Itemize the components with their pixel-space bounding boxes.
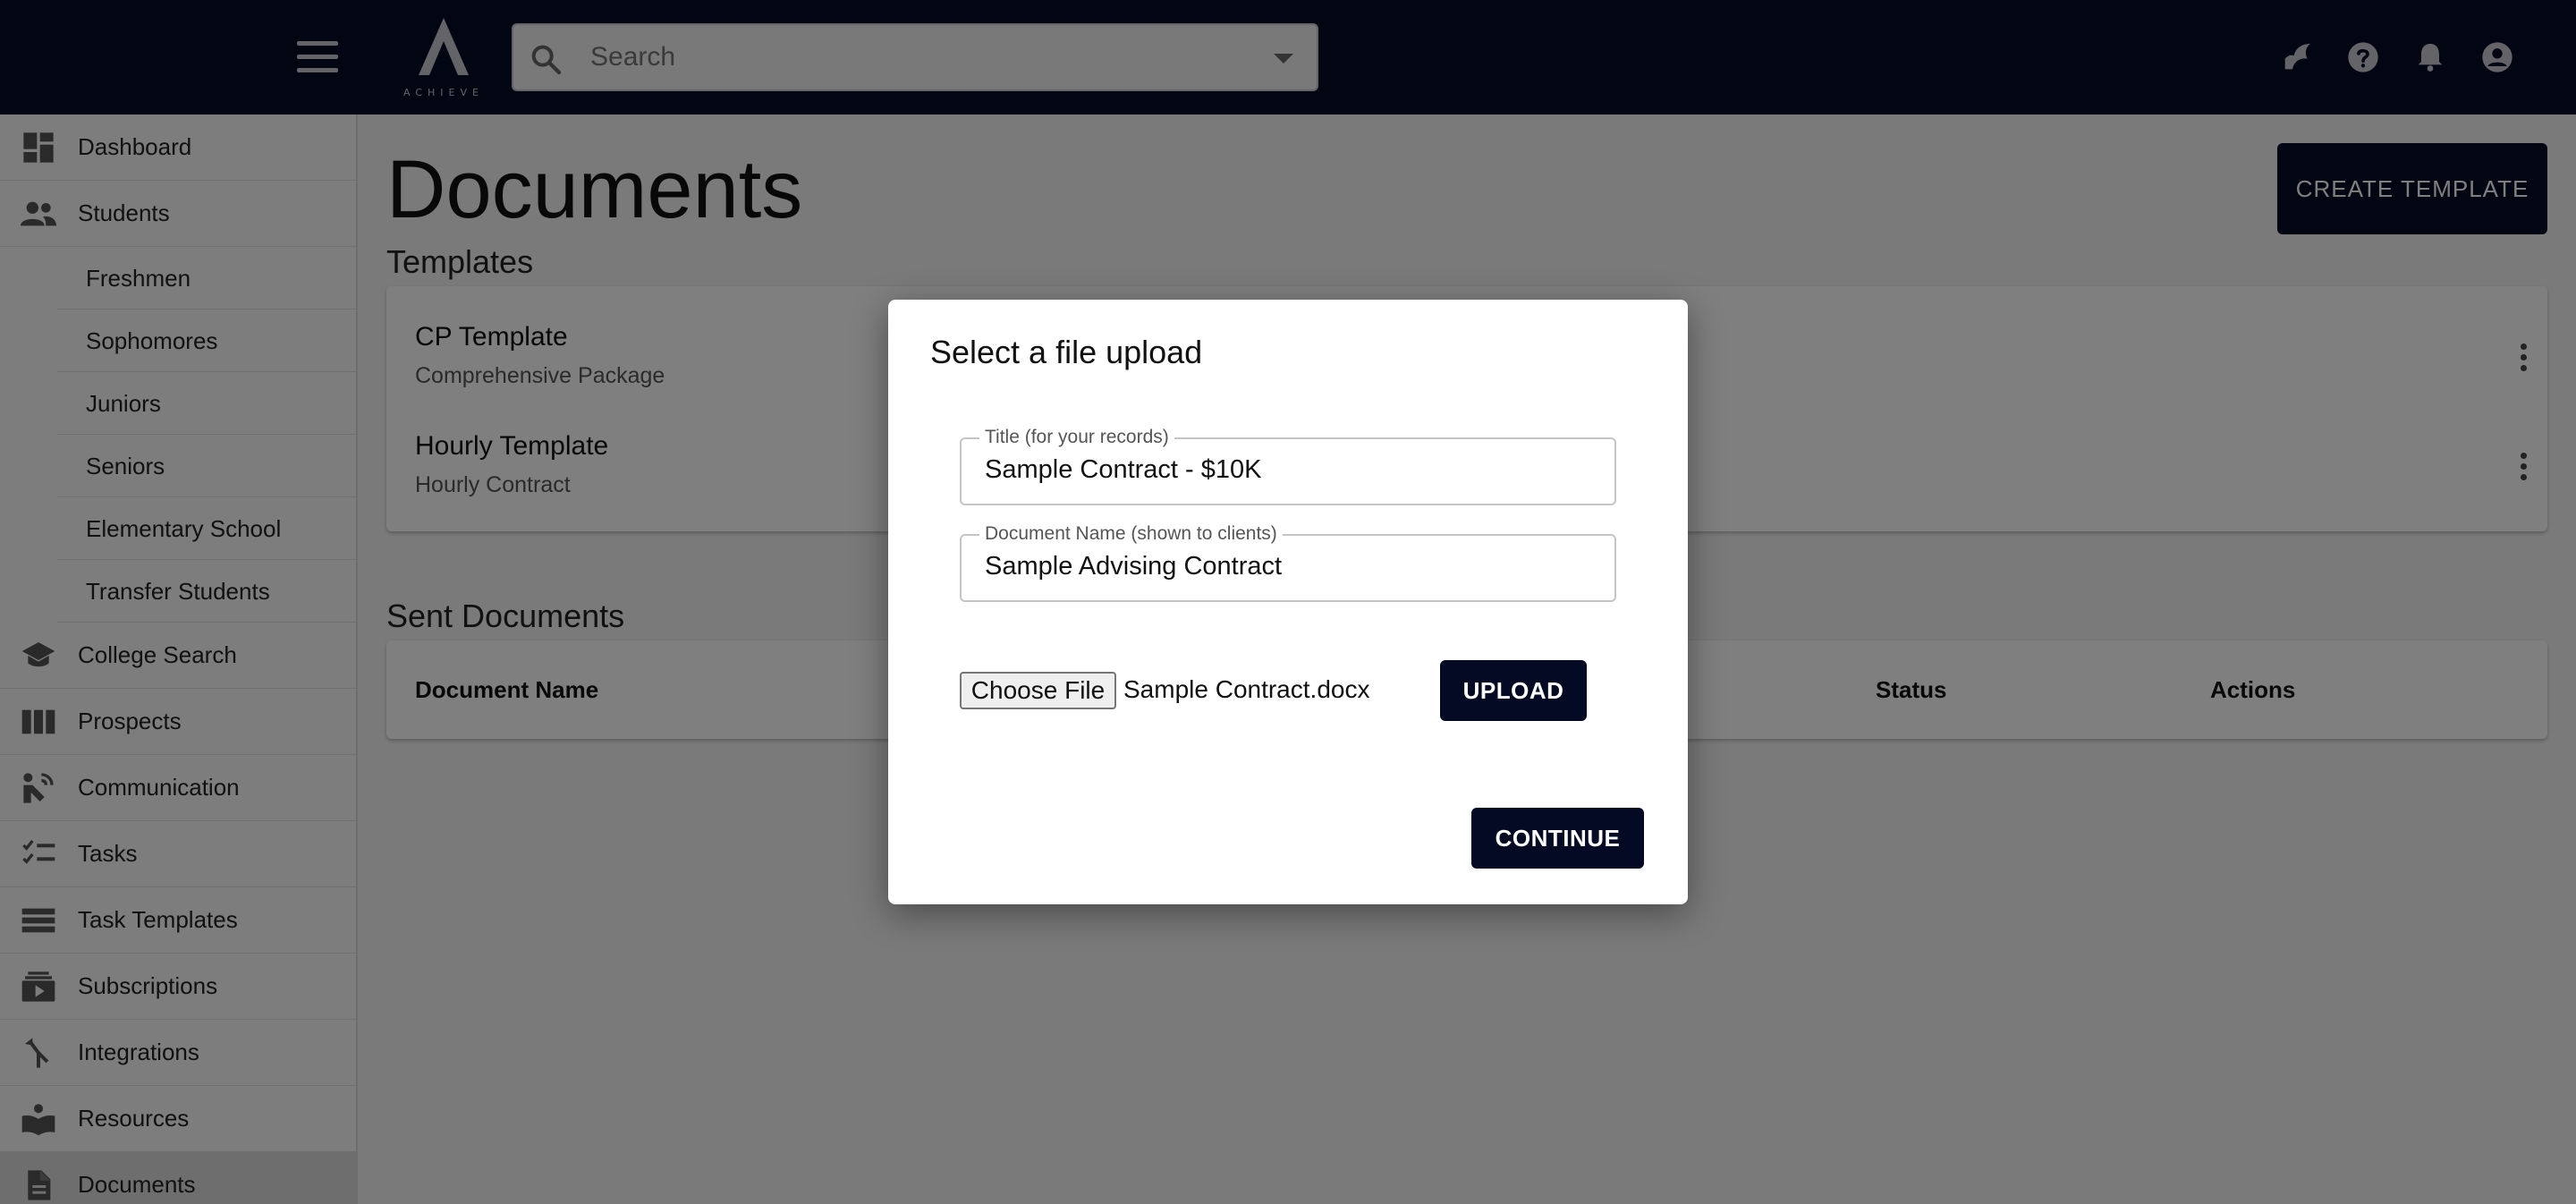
dialog-title: Select a file upload: [930, 334, 1203, 370]
document-name-field[interactable]: Document Name (shown to clients): [960, 523, 1616, 602]
file-upload-dialog: Select a file upload Title (for your rec…: [888, 300, 1688, 904]
title-field-label: Title (for your records): [979, 427, 1174, 448]
document-name-input[interactable]: [985, 552, 1593, 581]
title-input[interactable]: [985, 455, 1593, 485]
title-field[interactable]: Title (for your records): [960, 427, 1616, 505]
continue-button[interactable]: CONTINUE: [1471, 808, 1644, 869]
upload-button[interactable]: UPLOAD: [1440, 660, 1587, 721]
document-name-field-label: Document Name (shown to clients): [979, 523, 1283, 545]
selected-file-name: Sample Contract.docx: [1123, 675, 1370, 703]
choose-file-button[interactable]: Choose File: [960, 672, 1116, 709]
